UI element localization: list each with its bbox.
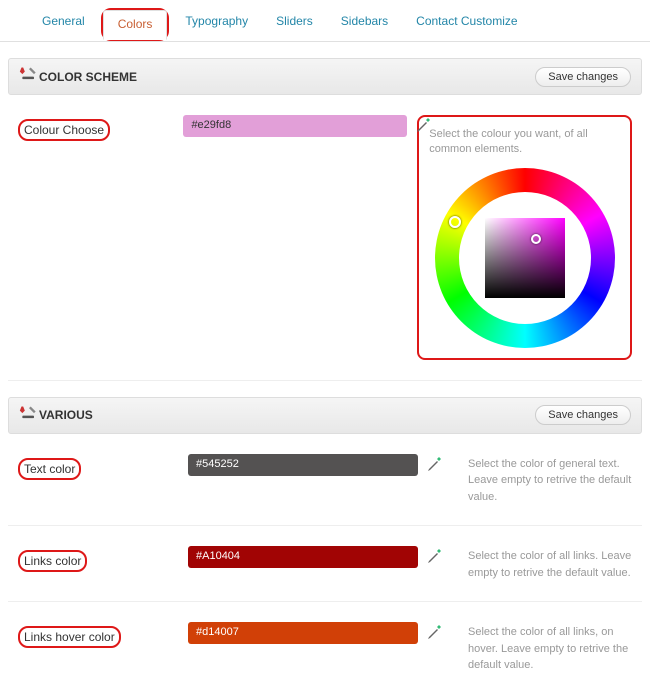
section-header: COLOR SCHEME Save changes [8, 58, 642, 95]
tools-icon [19, 65, 39, 88]
option-help: Select the color of all links, on hover.… [468, 622, 632, 674]
color-input[interactable]: #e29fd8 [183, 115, 407, 137]
tab-colors[interactable]: Colors [103, 10, 168, 40]
eyedropper-icon[interactable] [426, 456, 442, 475]
color-input[interactable]: #A10404 [188, 546, 418, 568]
option-label: Colour Choose [18, 115, 183, 141]
tab-typography[interactable]: Typography [171, 8, 262, 41]
color-input[interactable]: #545252 [188, 454, 418, 476]
color-input[interactable]: #d14007 [188, 622, 418, 644]
eyedropper-icon[interactable] [415, 117, 431, 136]
option-help: Select the color of general text. Leave … [468, 454, 632, 506]
color-picker[interactable]: Select the colour you want, of all commo… [417, 115, 632, 360]
section-header: VARIOUS Save changes [8, 397, 642, 434]
section-various: VARIOUS Save changes Text color #545252 … [8, 397, 642, 694]
option-text-color: Text color #545252 Select the color of g… [8, 434, 642, 527]
section-color-scheme: COLOR SCHEME Save changes Colour Choose … [8, 58, 642, 381]
section-title: VARIOUS [39, 408, 535, 422]
section-title: COLOR SCHEME [39, 70, 535, 84]
eyedropper-icon[interactable] [426, 548, 442, 567]
option-label: Text color [18, 454, 188, 480]
tab-contact-customize[interactable]: Contact Customize [402, 8, 531, 41]
tab-sidebars[interactable]: Sidebars [327, 8, 402, 41]
option-help: Select the colour you want, of all commo… [429, 127, 620, 158]
label-text: Links color [18, 550, 87, 572]
label-text: Links hover color [18, 626, 121, 648]
option-help: Select the color of all links. Leave emp… [468, 546, 632, 581]
color-wheel[interactable] [435, 168, 615, 348]
option-label: Links hover color [18, 622, 188, 648]
tab-bar: General Colors Typography Sliders Sideba… [0, 0, 650, 42]
tab-sliders[interactable]: Sliders [262, 8, 327, 41]
save-button[interactable]: Save changes [535, 405, 631, 425]
label-text: Colour Choose [18, 119, 110, 141]
eyedropper-icon[interactable] [426, 624, 442, 643]
save-button[interactable]: Save changes [535, 67, 631, 87]
option-links-color: Links color #A10404 Select the color of … [8, 526, 642, 602]
label-text: Text color [18, 458, 81, 480]
option-label: Links color [18, 546, 188, 572]
option-colour-choose: Colour Choose #e29fd8 Select the colour … [8, 95, 642, 381]
tools-icon [19, 404, 39, 427]
option-links-hover-color: Links hover color #d14007 Select the col… [8, 602, 642, 694]
tab-general[interactable]: General [28, 8, 99, 41]
